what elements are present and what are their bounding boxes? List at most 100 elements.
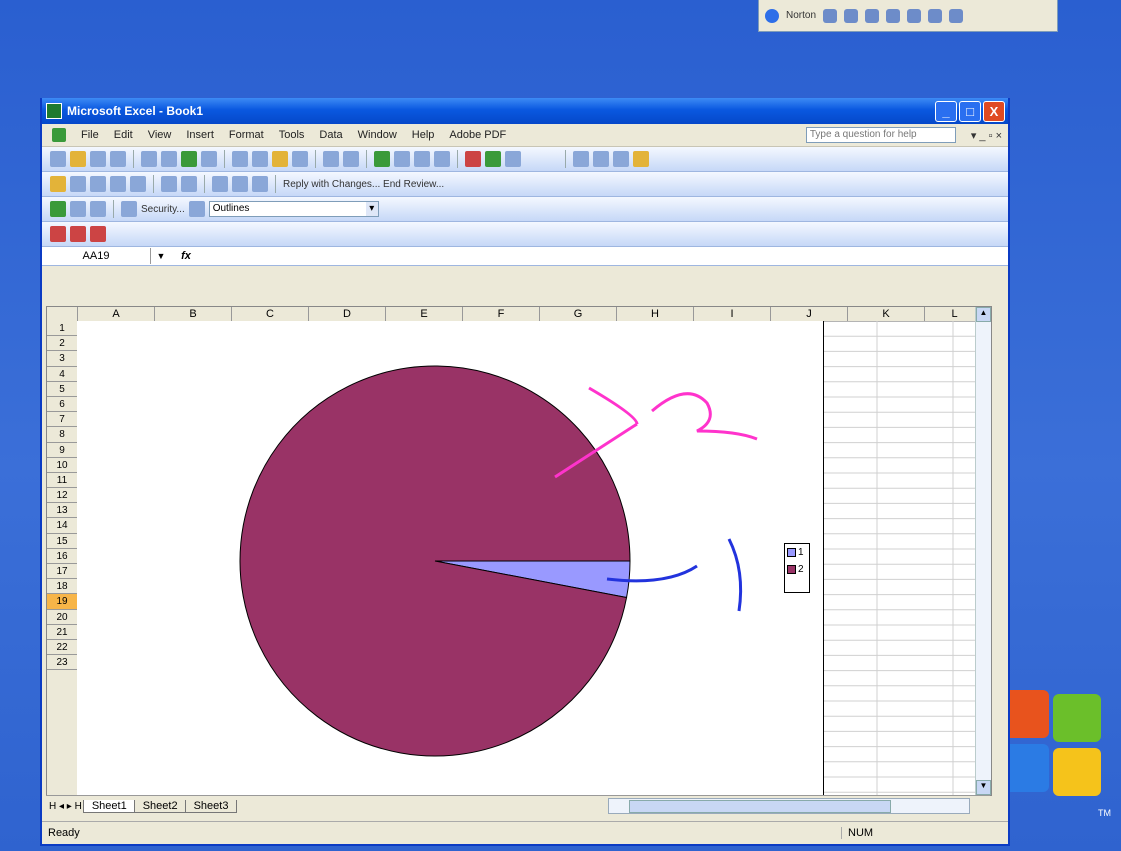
scroll-thumb[interactable]: [629, 800, 891, 813]
workbook-controls[interactable]: ▾ _ ▫ ×: [971, 129, 1002, 142]
convert-email-icon[interactable]: [70, 226, 86, 242]
hyperlink-icon[interactable]: [374, 151, 390, 167]
fill-color-icon[interactable]: [633, 151, 649, 167]
chart-legend[interactable]: 1 2: [784, 543, 810, 593]
print-preview-icon[interactable]: [161, 151, 177, 167]
close-button[interactable]: X: [983, 100, 1005, 122]
row-header-16[interactable]: 16: [47, 549, 77, 564]
row-header-13[interactable]: 13: [47, 503, 77, 519]
col-header-k[interactable]: K: [848, 307, 925, 321]
pen-icon[interactable]: [928, 8, 943, 23]
menu-data[interactable]: Data: [319, 129, 342, 141]
col-header-i[interactable]: I: [694, 307, 771, 321]
pdf-icon-3[interactable]: [90, 201, 106, 217]
new-icon[interactable]: [50, 151, 66, 167]
sort-descending-icon[interactable]: [434, 151, 450, 167]
zoom-icon[interactable]: [505, 151, 521, 167]
convert-pdf-icon[interactable]: [50, 226, 66, 242]
drawing-icon[interactable]: [485, 151, 501, 167]
row-header-11[interactable]: 11: [47, 473, 77, 489]
globe-icon[interactable]: [121, 201, 137, 217]
paste-icon[interactable]: [272, 151, 288, 167]
permission-icon[interactable]: [110, 151, 126, 167]
workbook-icon[interactable]: [52, 128, 66, 142]
minimize-button[interactable]: _: [935, 100, 957, 122]
pointer-icon[interactable]: [907, 8, 922, 23]
row-header-17[interactable]: 17: [47, 564, 77, 580]
tab-sheet2[interactable]: Sheet2: [133, 799, 187, 813]
row-header-15[interactable]: 15: [47, 534, 77, 549]
row-header-7[interactable]: 7: [47, 412, 77, 428]
menu-window[interactable]: Window: [358, 129, 397, 141]
speaker-icon[interactable]: [844, 8, 859, 23]
users-icon[interactable]: [949, 8, 964, 23]
col-header-c[interactable]: C: [232, 307, 309, 321]
name-box[interactable]: AA19: [42, 248, 151, 264]
menu-tools[interactable]: Tools: [279, 129, 305, 141]
title-bar[interactable]: Microsoft Excel - Book1 _ □ X: [42, 98, 1008, 124]
review-icon-7[interactable]: [181, 176, 197, 192]
horizontal-scrollbar[interactable]: [608, 798, 970, 814]
sheet-nav-buttons[interactable]: H ◂ ▸ H: [46, 801, 85, 812]
monitor-icon[interactable]: [865, 8, 880, 23]
review-icon-9[interactable]: [232, 176, 248, 192]
menu-help[interactable]: Help: [412, 129, 435, 141]
row-header-20[interactable]: 20: [47, 610, 77, 625]
research-icon[interactable]: [201, 151, 217, 167]
style-icon[interactable]: [188, 201, 205, 217]
open-icon[interactable]: [70, 151, 86, 167]
pie-chart[interactable]: [77, 321, 823, 795]
col-header-g[interactable]: G: [540, 307, 617, 321]
reply-with-changes-button[interactable]: Reply with Changes... End Review...: [283, 179, 444, 190]
undo-icon[interactable]: [323, 151, 339, 167]
row-header-9[interactable]: 9: [47, 443, 77, 458]
row-header-2[interactable]: 2: [47, 336, 77, 352]
col-header-a[interactable]: A: [78, 307, 155, 321]
formula-input[interactable]: [201, 248, 1008, 264]
borders-icon[interactable]: [613, 151, 629, 167]
row-header-5[interactable]: 5: [47, 382, 77, 397]
col-header-j[interactable]: J: [771, 307, 848, 321]
row-header-23[interactable]: 23: [47, 655, 77, 671]
print-icon[interactable]: [141, 151, 157, 167]
row-header-6[interactable]: 6: [47, 397, 77, 413]
spelling-icon[interactable]: [181, 151, 197, 167]
fx-icon[interactable]: fx: [171, 250, 201, 262]
maximize-button[interactable]: □: [959, 100, 981, 122]
style-dropdown[interactable]: Outlines ▾: [208, 201, 379, 217]
review-icon-5[interactable]: [130, 176, 146, 192]
col-header-d[interactable]: D: [309, 307, 386, 321]
autosum-icon[interactable]: [394, 151, 410, 167]
row-header-22[interactable]: 22: [47, 640, 77, 656]
review-icon-8[interactable]: [212, 176, 228, 192]
row-header-4[interactable]: 4: [47, 367, 77, 382]
scroll-down-icon[interactable]: ▼: [976, 780, 991, 795]
align-icon[interactable]: [593, 151, 609, 167]
row-header-18[interactable]: 18: [47, 579, 77, 595]
tab-sheet1[interactable]: Sheet1: [82, 799, 136, 813]
convert-review-icon[interactable]: [90, 226, 106, 242]
security-button[interactable]: Security...: [141, 204, 185, 215]
pie-slice-2[interactable]: [239, 365, 631, 757]
row-header-14[interactable]: 14: [47, 518, 77, 534]
help-search-input[interactable]: Type a question for help: [805, 127, 956, 143]
save-icon[interactable]: [90, 151, 106, 167]
redo-icon[interactable]: [343, 151, 359, 167]
col-header-e[interactable]: E: [386, 307, 463, 321]
pdf-icon-2[interactable]: [70, 201, 86, 217]
chart-area[interactable]: [77, 321, 824, 795]
review-icon-2[interactable]: [70, 176, 86, 192]
select-all-corner[interactable]: [47, 307, 78, 321]
review-folder-icon[interactable]: [50, 176, 66, 192]
sort-ascending-icon[interactable]: [414, 151, 430, 167]
row-header-10[interactable]: 10: [47, 458, 77, 473]
row-header-12[interactable]: 12: [47, 488, 77, 504]
row-header-19[interactable]: 19: [47, 594, 77, 610]
menu-format[interactable]: Format: [229, 129, 264, 141]
bold-icon[interactable]: [573, 151, 589, 167]
info-icon[interactable]: [765, 8, 779, 23]
worksheet[interactable]: A B C D E F G H I J K L 1 2 3 4 5 6 7 8 9 10 11 12 1…: [46, 306, 992, 796]
menu-adobe-pdf[interactable]: Adobe PDF: [449, 129, 506, 141]
review-icon-6[interactable]: [161, 176, 177, 192]
tab-sheet3[interactable]: Sheet3: [184, 799, 238, 813]
